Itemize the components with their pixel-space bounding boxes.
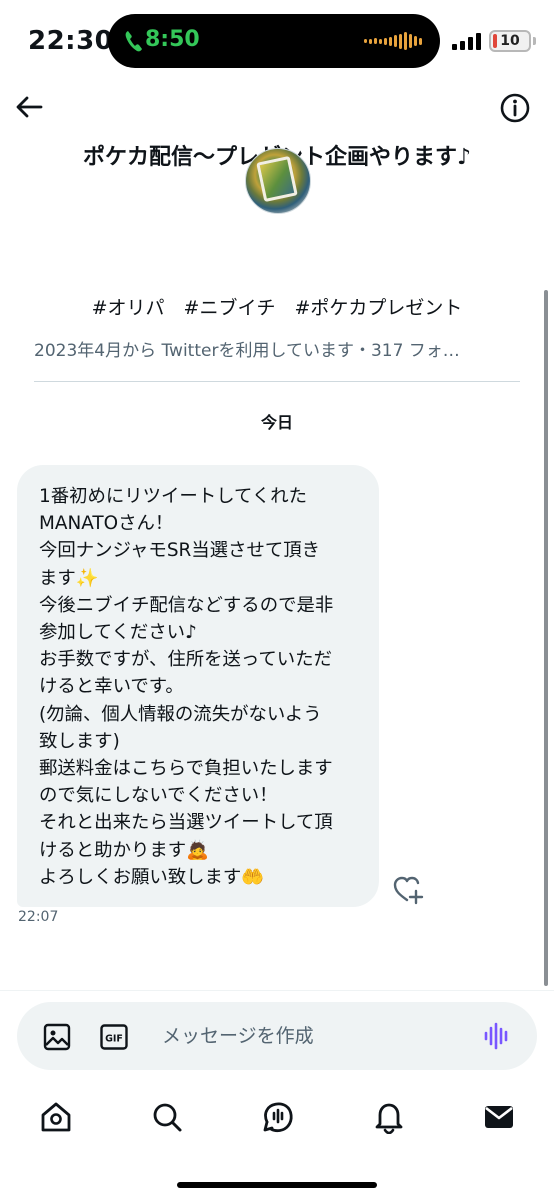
back-arrow-icon[interactable] [14,92,44,122]
message-composer: GIF [17,1002,537,1070]
divider [34,381,520,382]
svg-text:GIF: GIF [105,1034,123,1045]
message-line: お手数ですが、住所を送っていただ [39,649,332,671]
image-icon[interactable] [43,1023,71,1051]
composer-divider [0,990,554,991]
message-line: 今後ニブイチ配信などするので是非 [39,594,334,616]
spaces-icon[interactable] [261,1100,295,1134]
day-separator: 今日 [260,413,293,432]
add-reaction-heart-icon[interactable] [392,874,424,906]
message-timestamp: 22:07 [18,909,59,925]
cellular-signal-icon [452,32,481,50]
home-indicator[interactable] [177,1182,377,1188]
message-line: けると幸いです。 [39,676,184,698]
message-line: 今回ナンジャモSR当選させて頂き [39,540,321,562]
battery-icon: 10 [489,30,531,52]
phone-icon [125,31,142,52]
message-line: けると助かります🙇 [39,839,210,861]
notifications-icon[interactable] [372,1100,406,1134]
profile-hashtags: #オリパ #ニブイチ #ポケカプレゼント [91,297,463,319]
home-icon[interactable] [39,1100,73,1134]
messages-icon[interactable] [482,1100,516,1134]
message-line: 郵送料金はこちらで負担いたします [39,758,333,780]
call-timer: 8:50 [145,27,200,52]
battery-level: 10 [500,33,520,49]
message-input[interactable] [162,1020,462,1052]
dynamic-island-call[interactable]: 8:50 [108,14,440,68]
message-line: 致します) [39,730,120,752]
message-line: (勿論、個人情報の流失がないよう [39,703,322,725]
audio-waveform-icon [364,31,422,51]
message-line: 参加してください♪ [39,622,197,644]
profile-avatar[interactable] [245,148,311,214]
voice-message-icon[interactable] [483,1022,511,1050]
battery-tip [533,37,536,45]
scrollbar[interactable] [544,290,548,986]
message-line: よろしくお願い致します🤲 [39,866,265,888]
profile-join-info: 2023年4月から Twitterを利用しています・317 フォ… [34,341,460,361]
message-line: それと出来たら当選ツイートして頂 [39,812,333,834]
info-icon[interactable] [499,92,531,124]
status-time: 22:30 [28,26,114,56]
message-line: ます✨ [39,567,99,589]
message-line: MANATOさん！ [39,513,174,535]
avatar-card-image [256,155,298,203]
message-bubble[interactable]: 1番初めにリツイートしてくれた MANATOさん！ 今回ナンジャモSR当選させて… [17,465,379,907]
gif-icon[interactable]: GIF [100,1024,128,1050]
message-line: 1番初めにリツイートしてくれた [39,486,308,507]
message-line: ので気にしないでください！ [39,785,278,807]
search-icon[interactable] [150,1100,184,1134]
